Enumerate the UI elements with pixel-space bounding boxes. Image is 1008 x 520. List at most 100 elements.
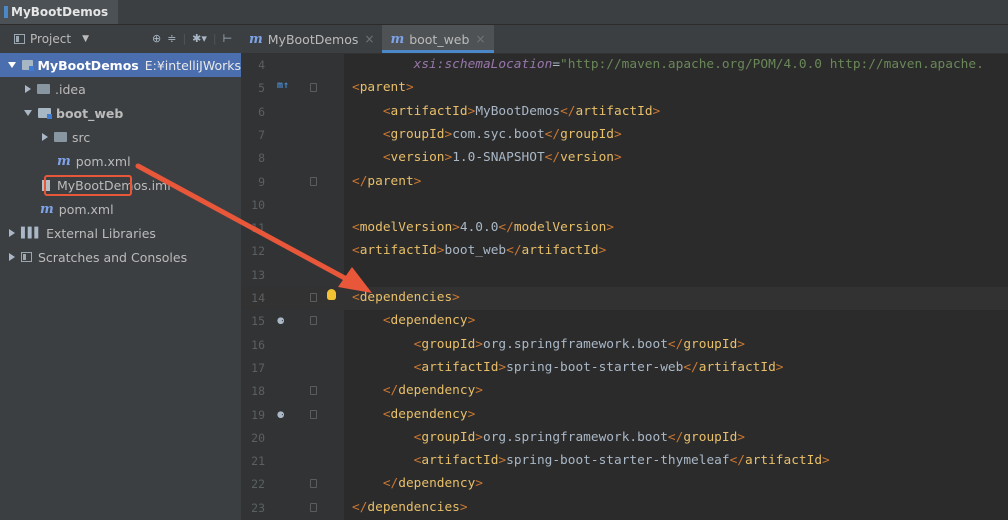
code-line[interactable]: 10 bbox=[241, 194, 1008, 217]
line-number[interactable]: 8 bbox=[241, 151, 265, 165]
expand-arrow-icon[interactable] bbox=[9, 253, 15, 261]
collapse-icon[interactable]: ≑ bbox=[167, 32, 176, 45]
line-number[interactable]: 10 bbox=[241, 198, 265, 212]
tree-item-src[interactable]: src bbox=[0, 125, 282, 149]
code-text[interactable]: xsi:schemaLocation="http://maven.apache.… bbox=[352, 57, 984, 72]
line-number[interactable]: 4 bbox=[241, 58, 265, 72]
line-number[interactable]: 15 bbox=[241, 314, 265, 328]
code-text[interactable]: <artifactId>spring-boot-starter-web</art… bbox=[352, 360, 784, 375]
code-text[interactable]: <groupId>org.springframework.boot</group… bbox=[352, 337, 745, 352]
code-text[interactable]: <artifactId>spring-boot-starter-thymelea… bbox=[352, 453, 830, 468]
tab-boot-web[interactable]: m boot_web × bbox=[382, 25, 494, 53]
expand-arrow-icon[interactable] bbox=[8, 62, 16, 68]
code-text[interactable]: <dependency> bbox=[352, 313, 475, 328]
code-text[interactable]: <modelVersion>4.0.0</modelVersion> bbox=[352, 220, 614, 235]
code-text[interactable]: <artifactId>MyBootDemos</artifactId> bbox=[352, 104, 660, 119]
code-line[interactable]: 15 ⚈ <dependency> bbox=[241, 310, 1008, 333]
code-text[interactable]: <artifactId>boot_web</artifactId> bbox=[352, 243, 606, 258]
tree-item-mybootdemos[interactable]: MyBootDemos E:¥intelliJWorks¥ bbox=[0, 53, 249, 77]
hide-panel-icon[interactable]: ⊢ bbox=[223, 32, 233, 45]
code-line[interactable]: 8 <version>1.0-SNAPSHOT</version> bbox=[241, 147, 1008, 170]
line-number[interactable]: 13 bbox=[241, 268, 265, 282]
code-line[interactable]: 12 <artifactId>boot_web</artifactId> bbox=[241, 240, 1008, 263]
code-text[interactable]: </dependencies> bbox=[352, 500, 468, 515]
code-line[interactable]: 7 <groupId>com.syc.boot</groupId> bbox=[241, 124, 1008, 147]
code-line[interactable]: 5 m↑ <parent> bbox=[241, 77, 1008, 100]
line-number[interactable]: 7 bbox=[241, 128, 265, 142]
code-text[interactable]: <version>1.0-SNAPSHOT</version> bbox=[352, 150, 622, 165]
line-number[interactable]: 17 bbox=[241, 361, 265, 375]
line-number[interactable]: 14 bbox=[241, 291, 265, 305]
close-icon[interactable]: × bbox=[364, 32, 374, 46]
code-line[interactable]: 13 bbox=[241, 264, 1008, 287]
fold-marker-icon[interactable] bbox=[310, 176, 317, 186]
tree-item-external-libraries[interactable]: ▌▌▌ External Libraries bbox=[0, 221, 249, 245]
code-text[interactable]: <groupId>org.springframework.boot</group… bbox=[352, 430, 745, 445]
locate-icon[interactable]: ⊕ bbox=[152, 32, 161, 45]
parent-pom-gutter-icon[interactable]: m↑ bbox=[277, 80, 289, 91]
line-number[interactable]: 21 bbox=[241, 454, 265, 468]
project-view-selector[interactable]: Project ▼ bbox=[14, 32, 89, 46]
dependency-gutter-icon[interactable]: ⚈ bbox=[277, 407, 284, 421]
gear-icon[interactable]: ✱▾ bbox=[192, 32, 207, 45]
line-number[interactable]: 22 bbox=[241, 477, 265, 491]
code-line[interactable]: 9 </parent> bbox=[241, 171, 1008, 194]
expand-arrow-icon[interactable] bbox=[24, 110, 32, 116]
tree-item-label: src bbox=[72, 129, 91, 145]
fold-marker-icon[interactable] bbox=[310, 409, 317, 419]
intention-bulb-icon[interactable] bbox=[327, 289, 336, 300]
line-number[interactable]: 9 bbox=[241, 175, 265, 189]
fold-marker-icon[interactable] bbox=[310, 479, 317, 489]
folder-icon bbox=[37, 84, 50, 94]
tab-mybootdemos[interactable]: m MyBootDemos × bbox=[241, 25, 382, 53]
breadcrumb[interactable]: MyBootDemos bbox=[0, 0, 119, 24]
fold-marker-icon[interactable] bbox=[310, 316, 317, 326]
expand-arrow-icon[interactable] bbox=[9, 229, 15, 237]
line-number[interactable]: 19 bbox=[241, 408, 265, 422]
fold-marker-icon[interactable] bbox=[310, 502, 317, 512]
code-line[interactable]: 22 </dependency> bbox=[241, 473, 1008, 496]
code-line[interactable]: 14 <dependencies> bbox=[241, 287, 1008, 311]
line-number[interactable]: 16 bbox=[241, 338, 265, 352]
line-number[interactable]: 5 bbox=[241, 81, 265, 95]
code-line[interactable]: 17 <artifactId>spring-boot-starter-web</… bbox=[241, 357, 1008, 380]
line-number[interactable]: 11 bbox=[241, 221, 265, 235]
code-line[interactable]: 16 <groupId>org.springframework.boot</gr… bbox=[241, 334, 1008, 357]
line-number[interactable]: 18 bbox=[241, 384, 265, 398]
code-line[interactable]: 11 <modelVersion>4.0.0</modelVersion> bbox=[241, 217, 1008, 240]
tree-item-root-pom[interactable]: m pom.xml bbox=[0, 197, 281, 221]
tree-item-idea[interactable]: .idea bbox=[0, 77, 265, 101]
code-text[interactable]: </dependency> bbox=[352, 383, 483, 398]
fold-marker-icon[interactable] bbox=[310, 83, 317, 93]
code-line[interactable]: 19 ⚈ <dependency> bbox=[241, 404, 1008, 427]
code-text[interactable]: <parent> bbox=[352, 80, 414, 95]
code-line[interactable]: 21 <artifactId>spring-boot-starter-thyme… bbox=[241, 450, 1008, 473]
dependency-gutter-icon[interactable]: ⚈ bbox=[277, 313, 284, 327]
code-line[interactable]: 23 </dependencies> bbox=[241, 497, 1008, 520]
code-line[interactable]: 18 </dependency> bbox=[241, 380, 1008, 403]
code-editor[interactable]: 4 xsi:schemaLocation="http://maven.apach… bbox=[241, 54, 1008, 520]
expand-arrow-icon[interactable] bbox=[25, 85, 31, 93]
tree-item-boot-web[interactable]: boot_web bbox=[0, 101, 265, 125]
line-number[interactable]: 23 bbox=[241, 501, 265, 515]
tree-item-scratches[interactable]: Scratches and Consoles bbox=[0, 245, 249, 269]
tree-item-label: .idea bbox=[55, 81, 86, 97]
line-number[interactable]: 12 bbox=[241, 244, 265, 258]
code-line[interactable]: 20 <groupId>org.springframework.boot</gr… bbox=[241, 427, 1008, 450]
code-line[interactable]: 4 xsi:schemaLocation="http://maven.apach… bbox=[241, 54, 1008, 77]
code-text[interactable]: <dependency> bbox=[352, 407, 475, 422]
code-text[interactable]: </parent> bbox=[352, 174, 421, 189]
code-text[interactable]: <groupId>com.syc.boot</groupId> bbox=[352, 127, 622, 142]
close-icon[interactable]: × bbox=[475, 32, 485, 46]
scratches-icon bbox=[21, 252, 32, 262]
fold-marker-icon[interactable] bbox=[310, 293, 317, 302]
fold-marker-icon[interactable] bbox=[310, 386, 317, 396]
expand-arrow-icon[interactable] bbox=[42, 133, 48, 141]
line-number[interactable]: 20 bbox=[241, 431, 265, 445]
code-text[interactable]: <dependencies> bbox=[352, 290, 460, 305]
tree-item-label: pom.xml bbox=[58, 201, 114, 217]
line-number[interactable]: 6 bbox=[241, 105, 265, 119]
module-folder-icon bbox=[22, 60, 34, 71]
code-line[interactable]: 6 <artifactId>MyBootDemos</artifactId> bbox=[241, 101, 1008, 124]
code-text[interactable]: </dependency> bbox=[352, 476, 483, 491]
